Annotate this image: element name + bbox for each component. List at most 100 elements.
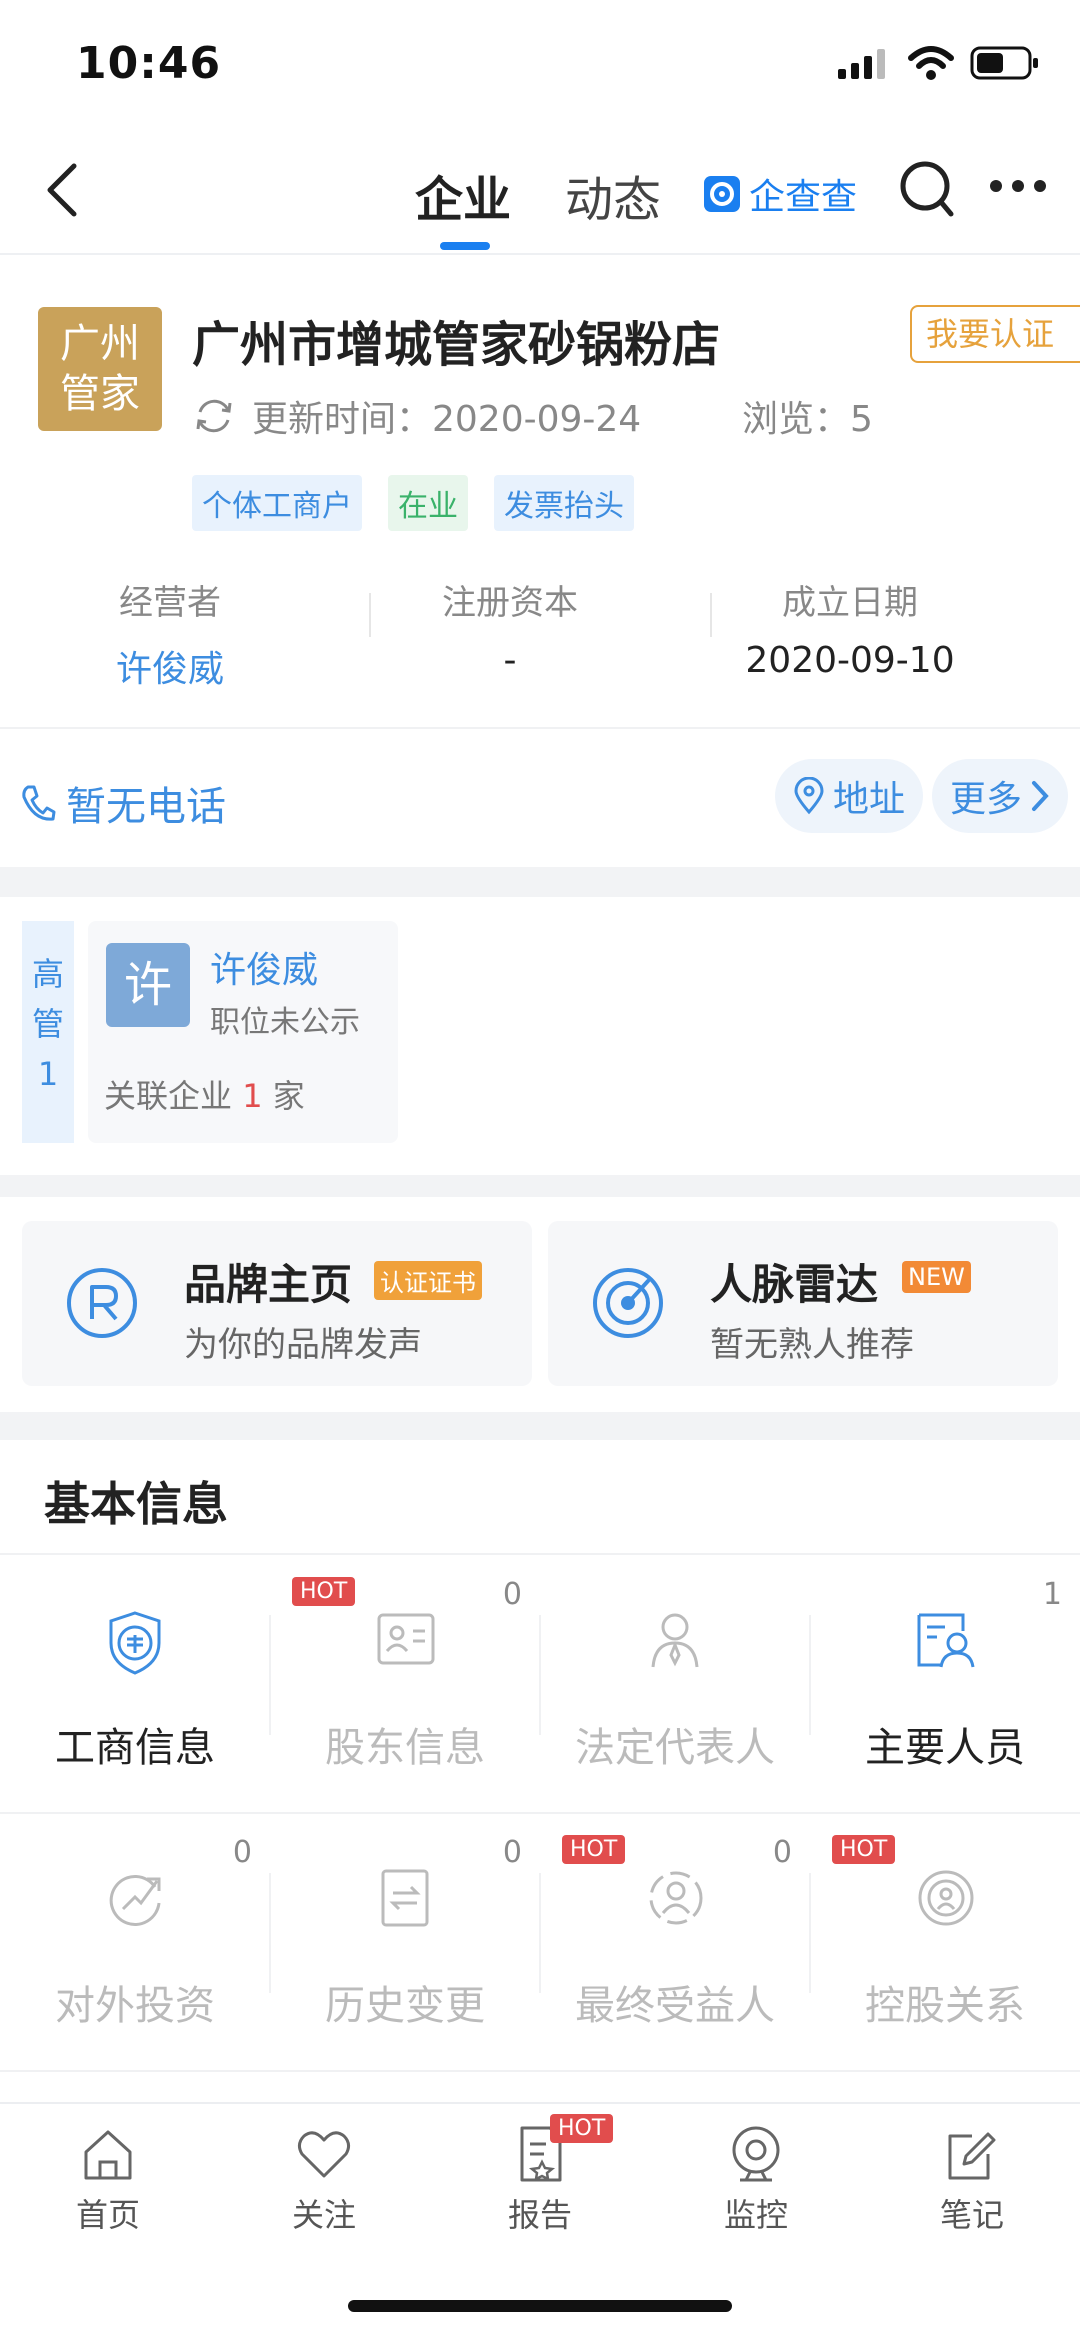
- operator-link[interactable]: 许俊威: [0, 640, 340, 692]
- grid-item-label: 工商信息: [55, 1725, 215, 1771]
- business-shield-icon: [109, 1611, 161, 1675]
- cellular-signal-icon: [838, 49, 885, 79]
- card-subtitle: 暂无熟人推荐: [710, 1325, 914, 1365]
- brand-page-card[interactable]: 品牌主页 认证证书 为你的品牌发声: [22, 1221, 532, 1386]
- address-label: 地址: [833, 779, 906, 820]
- grid-item-holding[interactable]: HOT 控股关系: [810, 1813, 1080, 2069]
- company-logo: 广州 管家: [38, 307, 162, 431]
- status-time: 10:46: [76, 38, 222, 89]
- update-time: 更新时间：2020-09-24: [252, 399, 642, 440]
- stat-label: 经营者: [119, 583, 221, 623]
- divider: [809, 1873, 811, 1993]
- grid-item-legal-rep[interactable]: 法定代表人: [540, 1555, 810, 1811]
- item-count: 0: [502, 1577, 522, 1612]
- battery-icon: [970, 46, 1038, 80]
- radar-icon: [593, 1268, 663, 1338]
- home-indicator: [348, 2300, 732, 2312]
- divider: [0, 1812, 1080, 1814]
- grid-item-shareholders[interactable]: HOT 0 股东信息: [270, 1555, 540, 1811]
- verify-button[interactable]: 我要认证: [910, 305, 1080, 363]
- grid-item-label: 法定代表人: [575, 1725, 775, 1771]
- tag-status: 在业: [388, 475, 468, 531]
- status-icons: [838, 46, 1040, 80]
- grid-item-beneficiary[interactable]: HOT 0 最终受益人: [540, 1813, 810, 2069]
- tab-active-indicator: [440, 242, 490, 250]
- grid-item-label: 最终受益人: [575, 1983, 775, 2029]
- item-count: 0: [232, 1835, 252, 1870]
- grid-item-label: 对外投资: [55, 1983, 215, 2029]
- grid-item-label: 股东信息: [325, 1725, 485, 1771]
- tab-monitor[interactable]: 监控: [648, 2124, 864, 2236]
- executive-name[interactable]: 许俊威: [210, 941, 318, 993]
- phone-link[interactable]: 暂无电话: [20, 774, 226, 832]
- tab-follow[interactable]: 关注: [216, 2124, 432, 2236]
- refresh-icon: [196, 399, 232, 433]
- executives-side-label: 高 管 1: [22, 921, 74, 1143]
- tab-report[interactable]: 报告: [432, 2124, 648, 2236]
- tag-invoice[interactable]: 发票抬头: [494, 475, 634, 531]
- stat-founded: 成立日期 2020-09-10: [680, 565, 1020, 705]
- grid-item-investments[interactable]: 0 对外投资: [0, 1813, 270, 2069]
- side-char: 管: [31, 1005, 64, 1043]
- divider: [369, 593, 371, 637]
- tab-company[interactable]: 企业: [415, 160, 511, 230]
- status-bar: 10:46: [0, 0, 1080, 130]
- tab-news[interactable]: 动态: [565, 160, 661, 230]
- more-label: 更多: [950, 779, 1023, 820]
- home-icon: [84, 2130, 132, 2180]
- grid-item-business-info[interactable]: 工商信息: [0, 1555, 270, 1811]
- divider: [269, 1615, 271, 1735]
- legal-person-icon: [651, 1613, 699, 1668]
- search-icon[interactable]: [897, 158, 957, 220]
- chevron-right-icon: [1032, 781, 1049, 811]
- address-button[interactable]: 地址: [775, 759, 924, 833]
- grid-item-history-changes[interactable]: 0 历史变更: [270, 1813, 540, 2069]
- basic-info-section: 基本信息 工商信息 HOT 0 股东信息 法定代表人 1 主要人员 0 对外投资…: [0, 1440, 1080, 2100]
- brand-name: 企查查: [749, 177, 858, 218]
- contact-row: 暂无电话 地址 更多: [0, 727, 1080, 867]
- shareholder-card-icon: [377, 1613, 435, 1665]
- hot-badge: HOT: [562, 1835, 626, 1864]
- phone-icon: [22, 785, 56, 821]
- tab-home[interactable]: 首页: [0, 2124, 216, 2236]
- item-count: 0: [772, 1835, 792, 1870]
- executive-position: 职位未公示: [210, 1005, 360, 1040]
- investment-icon: [109, 1874, 161, 1926]
- related-prefix: 关联企业: [104, 1077, 233, 1115]
- monitor-camera-icon: [732, 2126, 780, 2182]
- tab-label: 报告: [507, 2196, 572, 2234]
- divider: [809, 1615, 811, 1735]
- executive-related: 关联企业 1 家: [104, 1071, 305, 1117]
- related-count: 1: [242, 1077, 263, 1115]
- beneficiary-icon: [649, 1871, 703, 1925]
- card-subtitle: 为你的品牌发声: [184, 1325, 422, 1365]
- holding-relation-icon: [918, 1870, 974, 1926]
- logo-line-1: 广州: [60, 321, 140, 367]
- location-pin-icon: [794, 777, 824, 815]
- back-arrow-icon[interactable]: [42, 160, 82, 220]
- tab-label: 首页: [75, 2196, 140, 2234]
- section-gap: [0, 867, 1080, 897]
- company-header: 广州 管家 广州市增城管家砂锅粉店 我要认证 更新时间：2020-09-24 浏…: [0, 255, 1080, 725]
- tab-label: 笔记: [939, 2196, 1004, 2234]
- executive-card[interactable]: 许 许俊威 职位未公示 关联企业 1 家: [88, 921, 398, 1143]
- item-count: 1: [1042, 1577, 1062, 1612]
- more-options-icon[interactable]: [988, 178, 1048, 194]
- grid-item-label: 控股关系: [865, 1983, 1025, 2029]
- tab-label: 监控: [723, 2196, 788, 2234]
- tab-notes[interactable]: 笔记: [864, 2124, 1080, 2236]
- personnel-icon: [917, 1613, 975, 1668]
- more-contact-button[interactable]: 更多: [932, 759, 1069, 833]
- wifi-icon: [908, 46, 954, 80]
- divider: [710, 593, 712, 637]
- qichacha-logo-icon: [704, 176, 740, 212]
- divider: [539, 1873, 541, 1993]
- notes-edit-icon: [948, 2132, 996, 2180]
- grid-item-key-personnel[interactable]: 1 主要人员: [810, 1555, 1080, 1811]
- side-char: 高: [31, 955, 64, 993]
- network-radar-card[interactable]: 人脉雷达 NEW 暂无熟人推荐: [548, 1221, 1058, 1386]
- brand-logo: 企查查: [703, 168, 857, 220]
- grid-item-label: 主要人员: [865, 1725, 1025, 1771]
- history-change-icon: [381, 1869, 429, 1927]
- stat-label: 成立日期: [782, 583, 918, 623]
